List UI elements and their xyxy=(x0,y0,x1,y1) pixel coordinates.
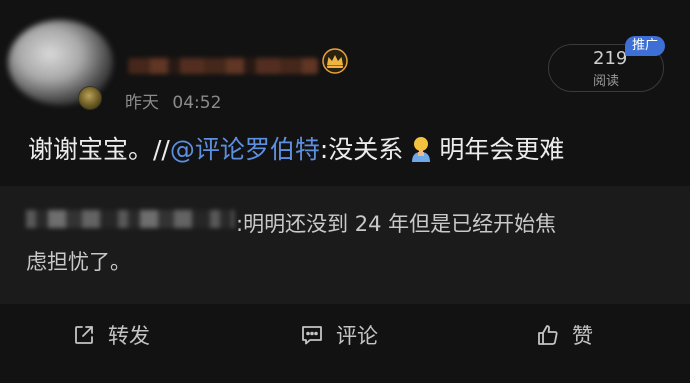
crown-icon xyxy=(322,48,348,74)
post-text-reply: :没关系 xyxy=(319,135,404,164)
verified-badge-icon xyxy=(78,86,102,110)
quoted-text-line1: :明明还没到 24 年但是已经开始焦 xyxy=(236,212,557,236)
repost-button[interactable]: 转发 xyxy=(72,320,150,350)
post-timestamp: 昨天 04:52 xyxy=(125,88,221,113)
post-text: 谢谢宝宝。//@评论罗伯特:没关系 明年会更难 xyxy=(28,130,564,166)
comment-label: 评论 xyxy=(336,324,378,348)
weibo-post: 昨天 04:52 219 阅读 推广 谢谢宝宝。//@评论罗伯特:没关系 明年会… xyxy=(0,0,690,383)
comment-icon xyxy=(302,326,322,345)
thumbs-up-icon xyxy=(538,325,558,345)
quoted-text-line2: 虑担忧了。 xyxy=(26,250,131,274)
like-label: 赞 xyxy=(572,324,593,348)
comment-button[interactable]: 评论 xyxy=(300,320,378,350)
read-label: 阅读 xyxy=(593,74,620,89)
post-text-suffix: 明年会更难 xyxy=(439,135,565,164)
quoted-comment[interactable]: :明明还没到 24 年但是已经开始焦 虑担忧了。 xyxy=(0,186,690,304)
time-label: 04:52 xyxy=(172,93,222,113)
post-text-prefix: 谢谢宝宝。// xyxy=(28,135,170,164)
action-bar: 转发 评论 赞 xyxy=(0,304,690,383)
date-label: 昨天 xyxy=(125,93,159,113)
promote-tag[interactable]: 推广 xyxy=(625,36,665,56)
share-icon xyxy=(75,326,93,344)
like-button[interactable]: 赞 xyxy=(536,320,593,350)
quoted-username-blurred[interactable] xyxy=(26,210,234,228)
username-blurred[interactable] xyxy=(128,58,318,74)
person-emoji-icon xyxy=(412,137,431,162)
mention-link[interactable]: @评论罗伯特 xyxy=(170,135,320,164)
read-count: 219 xyxy=(593,48,628,69)
repost-label: 转发 xyxy=(108,324,150,348)
